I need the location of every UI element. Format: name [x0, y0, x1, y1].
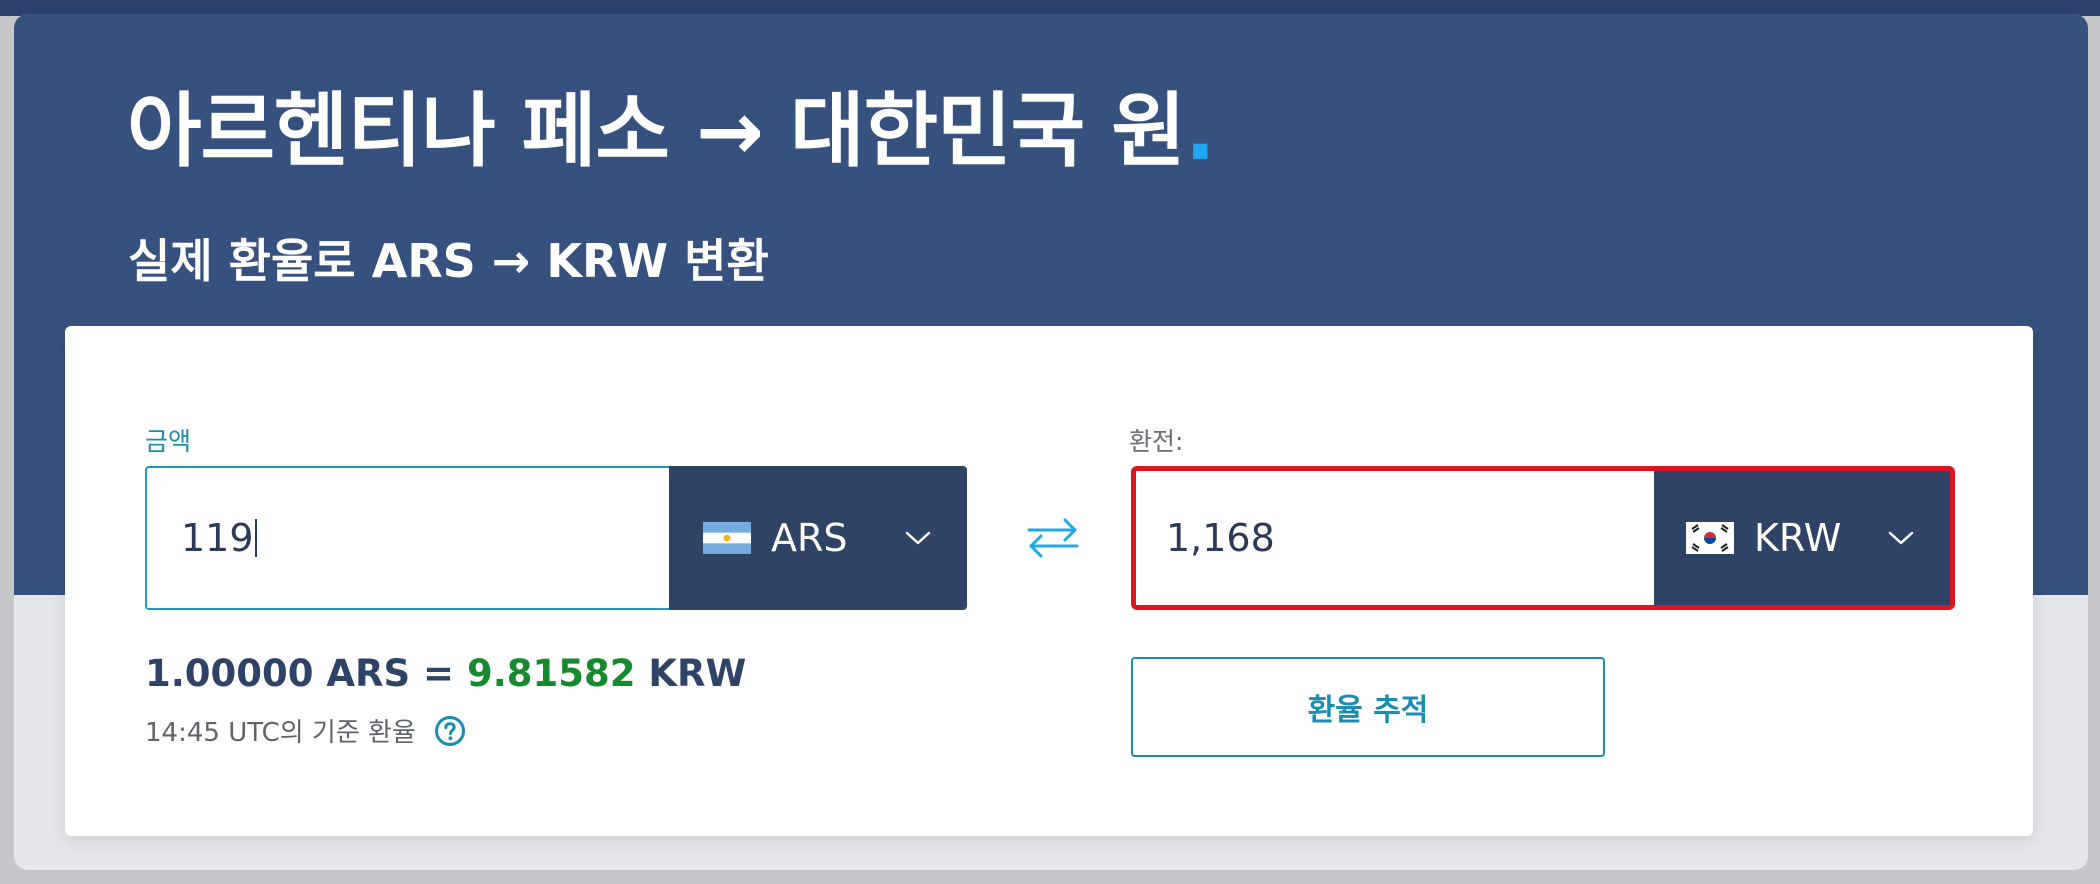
page-title-text: 아르헨티나 페소 → 대한민국 원 [127, 85, 1186, 179]
help-icon[interactable] [434, 715, 466, 747]
converter-card: 금액 119 ARS 환전: 1,168 KRW 1.00000 ARS = 9… [65, 326, 2033, 836]
rate-right: KRW [635, 652, 747, 695]
chevron-down-icon [1888, 531, 1914, 545]
chevron-down-icon [905, 531, 931, 545]
rate-note: 14:45 UTC의 기준 환율 [145, 712, 466, 749]
converted-field-group: 1,168 KRW [1131, 466, 1955, 610]
amount-value: 119 [181, 516, 254, 560]
page-title: 아르헨티나 페소 → 대한민국 원. [127, 66, 1216, 183]
amount-input[interactable]: 119 [145, 466, 669, 610]
converted-amount-input[interactable]: 1,168 [1136, 471, 1654, 605]
converted-label: 환전: [1129, 427, 1184, 456]
title-dot: . [1184, 85, 1216, 179]
from-currency-code: ARS [771, 516, 848, 560]
amount-field-group: 119 ARS [145, 466, 967, 610]
to-currency-select[interactable]: KRW [1654, 471, 1950, 605]
swap-currencies-button[interactable] [1025, 510, 1081, 566]
text-caret [254, 519, 257, 557]
to-currency-code: KRW [1754, 516, 1842, 560]
amount-label: 금액 [145, 427, 192, 456]
rate-value: 9.81582 [466, 652, 636, 695]
converted-value: 1,168 [1166, 516, 1275, 560]
argentina-flag-icon [703, 522, 751, 554]
south-korea-flag-icon [1686, 522, 1734, 554]
swap-arrows-icon [1027, 518, 1079, 558]
track-rate-button[interactable]: 환율 추적 [1131, 657, 1605, 757]
rate-timestamp: 14:45 UTC의 기준 환율 [145, 718, 416, 748]
rate-left: 1.00000 ARS = [145, 652, 467, 695]
from-currency-select[interactable]: ARS [669, 466, 967, 610]
exchange-rate: 1.00000 ARS = 9.81582 KRW [145, 652, 746, 695]
page-container: 아르헨티나 페소 → 대한민국 원. 실제 환율로 ARS → KRW 변환 금… [14, 14, 2088, 870]
page-subtitle: 실제 환율로 ARS → KRW 변환 [128, 234, 769, 288]
